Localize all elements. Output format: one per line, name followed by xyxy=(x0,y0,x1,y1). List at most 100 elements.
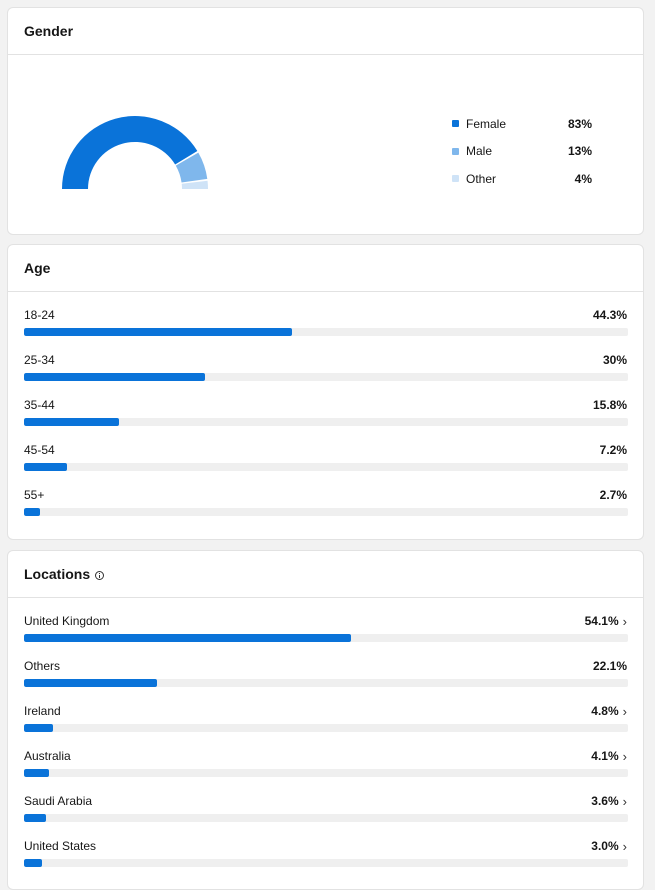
bar-header: Saudi Arabia 3.6% › xyxy=(24,793,627,809)
bar-fill xyxy=(24,679,158,687)
bar-fill xyxy=(24,814,46,822)
bar-fill xyxy=(24,859,43,867)
location-value-wrap: 4.1% › xyxy=(591,749,627,764)
bar-header: United Kingdom 54.1% › xyxy=(24,613,627,629)
age-header: Age xyxy=(8,245,643,292)
bar-fill xyxy=(24,769,49,777)
locations-card: Locations United Kingdom 54.1% › Others 22.1… xyxy=(7,550,644,890)
legend-row-female: Female 83% xyxy=(452,110,592,138)
bar-header: 55+ 2.7% xyxy=(24,487,627,503)
age-title: Age xyxy=(24,260,51,276)
age-row: 25-34 30% xyxy=(24,352,628,397)
legend-value: 4% xyxy=(574,171,592,186)
legend-label: Female xyxy=(466,116,507,131)
bar-header: United States 3.0% › xyxy=(24,838,627,854)
age-row: 45-54 7.2% xyxy=(24,442,628,487)
locations-title: Locations xyxy=(24,566,91,582)
age-row: 18-24 44.3% xyxy=(24,307,628,352)
age-value-wrap: 2.7% xyxy=(600,488,627,502)
chevron-right-icon[interactable]: › xyxy=(623,749,627,764)
bar-header: 18-24 44.3% xyxy=(24,307,627,323)
bar-fill xyxy=(24,463,68,471)
bar-track xyxy=(24,769,628,777)
bar-fill xyxy=(24,328,292,336)
age-value: 30% xyxy=(602,353,627,367)
locations-bar-list: United Kingdom 54.1% › Others 22.1% Ireland 4.… xyxy=(8,598,643,883)
location-row[interactable]: United Kingdom 54.1% › xyxy=(24,613,628,658)
location-row[interactable]: Saudi Arabia 3.6% › xyxy=(24,793,628,838)
age-row: 35-44 15.8% xyxy=(24,397,628,442)
gender-card: Gender Female 83% Male 13% Other 4% xyxy=(7,7,644,235)
bar-header: Others 22.1% xyxy=(24,658,627,674)
info-icon[interactable] xyxy=(95,570,105,580)
location-value-wrap: 22.1% xyxy=(593,659,627,673)
bar-track xyxy=(24,418,628,426)
bar-fill xyxy=(24,724,53,732)
location-row[interactable]: Australia 4.1% › xyxy=(24,748,628,793)
bar-header: Ireland 4.8% › xyxy=(24,703,627,719)
age-label: 18-24 xyxy=(24,308,55,322)
location-value-wrap: 54.1% › xyxy=(585,614,627,629)
location-value: 3.6% xyxy=(591,794,619,808)
age-label: 55+ xyxy=(24,488,45,502)
chevron-right-icon[interactable]: › xyxy=(623,794,627,809)
age-label: 45-54 xyxy=(24,443,55,457)
age-label: 35-44 xyxy=(24,398,55,412)
location-label: Australia xyxy=(24,749,71,763)
age-value: 44.3% xyxy=(592,308,627,322)
age-value-wrap: 44.3% xyxy=(593,308,627,322)
bar-fill xyxy=(24,634,351,642)
age-value: 7.2% xyxy=(599,443,627,457)
chevron-right-icon[interactable]: › xyxy=(623,839,627,854)
bar-track xyxy=(24,373,628,381)
legend-swatch-female xyxy=(452,120,459,128)
bar-track xyxy=(24,328,628,336)
age-label: 25-34 xyxy=(24,353,55,367)
bar-fill xyxy=(24,508,41,516)
donut-segment-other xyxy=(181,180,208,189)
legend-value: 13% xyxy=(567,144,592,159)
legend-row-other: Other 4% xyxy=(452,165,592,193)
location-value: 4.8% xyxy=(591,704,619,718)
bar-track xyxy=(24,463,628,471)
bar-track xyxy=(24,814,628,822)
location-row[interactable]: Ireland 4.8% › xyxy=(24,703,628,748)
location-value-wrap: 3.6% › xyxy=(591,794,627,809)
location-value: 3.0% xyxy=(591,839,619,853)
legend-row-male: Male 13% xyxy=(452,138,592,166)
location-value-wrap: 4.8% › xyxy=(591,704,627,719)
legend-value: 83% xyxy=(567,116,592,131)
location-label: Saudi Arabia xyxy=(24,794,93,808)
age-row: 55+ 2.7% xyxy=(24,487,628,532)
gender-legend: Female 83% Male 13% Other 4% xyxy=(452,110,592,193)
legend-swatch-other xyxy=(452,175,459,183)
bar-track xyxy=(24,634,628,642)
legend-swatch-male xyxy=(452,147,459,155)
chevron-right-icon[interactable]: › xyxy=(623,704,627,719)
age-value-wrap: 30% xyxy=(603,353,627,367)
locations-header: Locations xyxy=(8,551,643,598)
bar-track xyxy=(24,724,628,732)
bar-header: 35-44 15.8% xyxy=(24,397,627,413)
age-bar-list: 18-24 44.3% 25-34 30% 35-44 15.8% 45-54 7.2% 55+… xyxy=(8,292,643,532)
age-value-wrap: 15.8% xyxy=(593,398,627,412)
bar-header: Australia 4.1% › xyxy=(24,748,627,764)
age-value: 2.7% xyxy=(599,488,627,502)
legend-label: Male xyxy=(466,144,493,159)
location-label: United Kingdom xyxy=(24,614,110,628)
location-label: Ireland xyxy=(24,704,61,718)
location-value: 54.1% xyxy=(584,614,619,628)
location-label: United States xyxy=(24,839,97,853)
donut-segment-female xyxy=(62,115,198,189)
bar-track xyxy=(24,508,628,516)
location-row: Others 22.1% xyxy=(24,658,628,703)
chevron-right-icon[interactable]: › xyxy=(623,614,627,629)
age-card: Age 18-24 44.3% 25-34 30% 35-44 15.8% 45-54 7.2… xyxy=(7,244,644,540)
location-row[interactable]: United States 3.0% › xyxy=(24,838,628,883)
location-value: 22.1% xyxy=(592,659,627,673)
age-value-wrap: 7.2% xyxy=(600,443,627,457)
gender-header: Gender xyxy=(8,8,643,55)
bar-fill xyxy=(24,418,120,426)
bar-header: 45-54 7.2% xyxy=(24,442,627,458)
location-label: Others xyxy=(24,659,61,673)
